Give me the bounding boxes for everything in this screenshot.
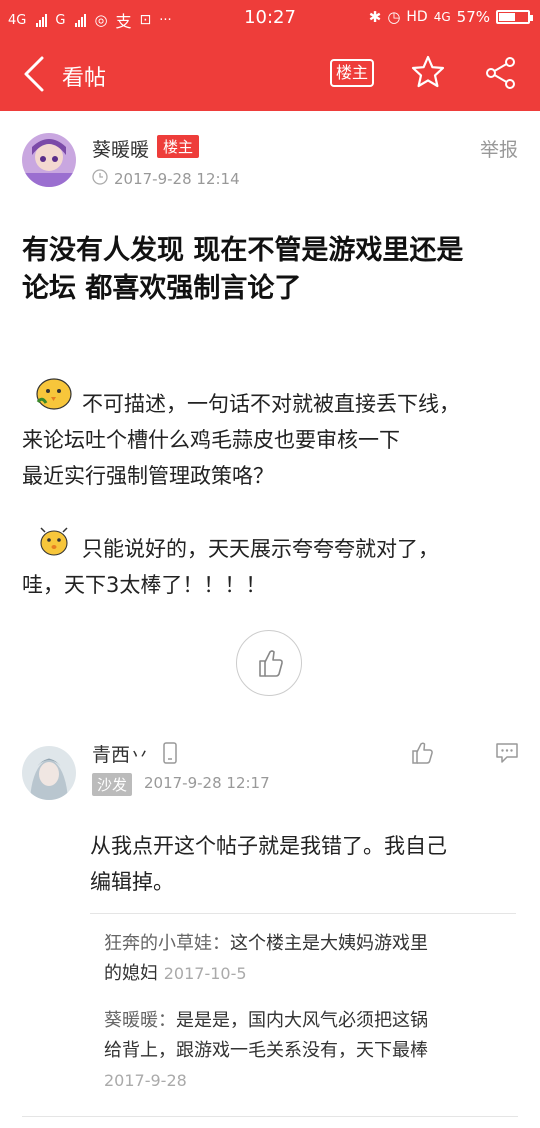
post-author-row: 葵暖暖 楼主 2017-9-28 12:14 举报: [22, 133, 522, 193]
sofa-badge: 沙发: [92, 773, 133, 796]
thumbs-up-icon: [259, 650, 283, 677]
report-button[interactable]: 举报: [480, 135, 518, 162]
reply-body-line-1: 从我点开这个帖子就是我错了。我自己: [90, 834, 447, 858]
reply-like-icon[interactable]: [410, 740, 436, 770]
chick-emoji-icon: [32, 372, 76, 423]
page-title: 看帖: [62, 66, 107, 91]
reply-author-name[interactable]: 青西丷: [92, 740, 177, 769]
battery-fill: [499, 13, 515, 21]
paragraph-2-line-2: 哇，天下3太棒了！！！！: [22, 573, 267, 597]
chick-shocked-emoji-icon: [36, 523, 72, 570]
reply-body: 从我点开这个帖子就是我错了。我自己 编辑掉。: [90, 828, 510, 900]
reply-author-text: 青西丷: [92, 744, 150, 766]
op-badge: 楼主: [157, 135, 200, 158]
reply-time: 2017-9-28 12:17: [144, 774, 270, 792]
sub-reply-author: 葵暖暖：: [104, 1010, 176, 1031]
favorite-star-icon[interactable]: [410, 54, 446, 90]
hd-label: HD: [406, 9, 428, 25]
author-avatar[interactable]: [22, 133, 76, 187]
paragraph-1-line-2: 来论坛吐个槽什么鸡毛蒜皮也要审核一下: [22, 428, 400, 452]
battery-icon: [496, 10, 533, 24]
only-op-button[interactable]: 楼主: [330, 59, 374, 87]
sub-reply-text: 是是是，国内大风气必须把这锅: [176, 1010, 428, 1031]
post-time-text: 2017-9-28 12:14: [114, 170, 240, 188]
sub-reply-time: 2017-9-28: [104, 1071, 187, 1090]
post-paragraph-1: 不可描述，一句话不对就被直接丢下线， 来论坛吐个槽什么鸡毛蒜皮也要审核一下 最近…: [22, 378, 522, 494]
reply-comment-icon[interactable]: [494, 740, 520, 770]
sub-reply[interactable]: 狂奔的小草娃：这个楼主是大姨妈游戏里 的媳妇 2017-10-5: [104, 929, 504, 989]
bluetooth-icon: ✱: [368, 8, 382, 26]
post-paragraph-2: 只能说好的，天天展示夸夸夸就对了， 哇，天下3太棒了！！！！: [22, 527, 522, 603]
nav-bar: 看帖 楼主: [0, 36, 540, 111]
status-bar: 4G G ◎ 支 ⊡ ··· 10:27 ✱ ◷ HD 4G 57%: [0, 0, 540, 36]
sub-reply-text: 这个楼主是大姨妈游戏里: [230, 933, 428, 954]
alarm-icon: ◷: [387, 8, 401, 26]
post-title-line-1: 有没有人发现 现在不管是游戏里还是: [22, 235, 464, 266]
divider: [22, 1116, 518, 1117]
sub-reply-text-cont: 的媳妇: [104, 963, 158, 984]
post-title: 有没有人发现 现在不管是游戏里还是 论坛 都喜欢强制言论了: [22, 232, 522, 308]
status-right-icons: ✱ ◷ HD 4G 57%: [368, 8, 533, 26]
sub-reply-time: 2017-10-5: [163, 964, 247, 983]
reply-avatar[interactable]: [22, 746, 76, 800]
share-icon[interactable]: [484, 56, 518, 90]
post-title-line-2: 论坛 都喜欢强制言论了: [22, 273, 302, 304]
reply-body-line-2: 编辑掉。: [90, 870, 174, 894]
paragraph-1-line-3: 最近实行强制管理政策咯？: [22, 464, 274, 488]
sub-reply-author: 狂奔的小草娃：: [104, 933, 230, 954]
author-name[interactable]: 葵暖暖: [92, 135, 149, 162]
sub-reply[interactable]: 葵暖暖：是是是，国内大风气必须把这锅 给背上，跟游戏一毛关系没有，天下最棒 20…: [104, 1006, 504, 1096]
paragraph-2-line-1: 只能说好的，天天展示夸夸夸就对了，: [82, 537, 439, 561]
clock-icon: [92, 169, 108, 189]
back-arrow-icon[interactable]: [18, 54, 58, 94]
post-time: 2017-9-28 12:14: [92, 169, 240, 189]
paragraph-1-line-1: 不可描述，一句话不对就被直接丢下线，: [82, 392, 460, 416]
sub-replies: 狂奔的小草娃：这个楼主是大姨妈游戏里 的媳妇 2017-10-5 葵暖暖：是是是…: [90, 913, 516, 1117]
battery-percent: 57%: [456, 8, 490, 26]
network-label: 4G: [433, 10, 451, 24]
like-button[interactable]: [236, 630, 302, 696]
sub-reply-text-cont: 给背上，跟游戏一毛关系没有，天下最棒: [104, 1040, 428, 1061]
mobile-phone-icon: [163, 742, 177, 769]
